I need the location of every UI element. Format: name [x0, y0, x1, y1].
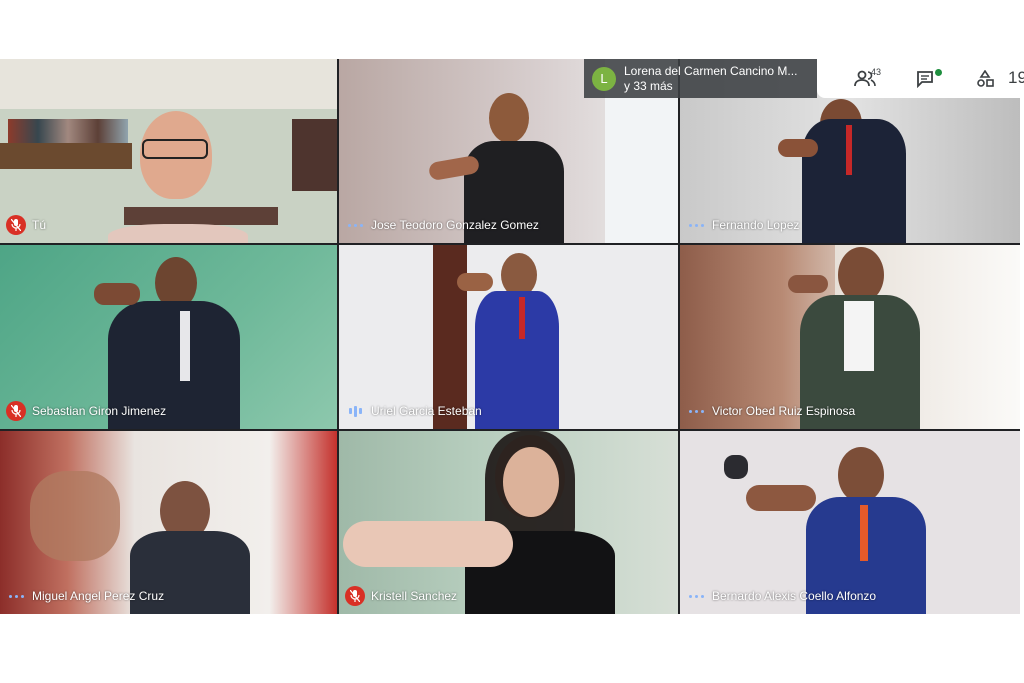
chat-icon — [917, 70, 933, 88]
participant-label: Tú — [0, 215, 46, 235]
video-tile[interactable]: Victor Obed Ruiz Espinosa — [680, 245, 1020, 429]
video-tile[interactable]: Miguel Angel Perez Cruz — [0, 431, 337, 614]
participant-name: Jose Teodoro Gonzalez Gomez — [371, 218, 539, 232]
chat-button[interactable] — [895, 59, 955, 98]
mic-off-icon — [6, 401, 26, 421]
more-options-icon — [686, 409, 706, 413]
presenter-chip[interactable]: L Lorena del Carmen Cancino M... y 33 má… — [584, 59, 817, 98]
participant-name: Miguel Angel Perez Cruz — [32, 589, 165, 603]
video-tile[interactable]: Sebastian Giron Jimenez — [0, 245, 337, 429]
mic-off-icon — [345, 586, 365, 606]
meeting-toolbar: 43 19 — [817, 59, 1024, 98]
clock-text: 19 — [1008, 68, 1024, 87]
more-options-icon — [6, 594, 26, 598]
participant-label: Fernando Lopez — [680, 215, 799, 235]
presenter-others: y 33 más — [624, 78, 673, 93]
participant-label: Miguel Angel Perez Cruz — [0, 586, 164, 606]
participant-name: Bernardo Alexis Coello Alfonzo — [712, 589, 877, 603]
participant-name: Tú — [32, 218, 47, 232]
activities-icon — [977, 69, 994, 87]
more-options-icon — [686, 223, 706, 227]
video-tile[interactable]: Uriel Garcia Esteban — [339, 245, 678, 429]
speaking-indicator-icon — [345, 405, 365, 417]
more-options-icon — [345, 223, 365, 227]
avatar: L — [592, 66, 616, 91]
participant-label: Bernardo Alexis Coello Alfonzo — [680, 586, 876, 606]
activities-button[interactable] — [955, 59, 1015, 98]
people-button[interactable]: 43 — [835, 59, 895, 98]
participant-name: Sebastian Giron Jimenez — [32, 404, 167, 418]
participant-name: Kristell Sanchez — [371, 589, 458, 603]
participant-label: Uriel Garcia Esteban — [339, 401, 482, 421]
video-tile[interactable]: Bernardo Alexis Coello Alfonzo — [680, 431, 1020, 614]
more-options-icon — [686, 594, 706, 598]
participant-label: Victor Obed Ruiz Espinosa — [680, 401, 855, 421]
video-tile-self[interactable]: Tú — [0, 59, 337, 243]
presenter-text: Lorena del Carmen Cancino M... y 33 más — [624, 64, 797, 94]
participant-name: Victor Obed Ruiz Espinosa — [712, 404, 856, 418]
participant-label: Jose Teodoro Gonzalez Gomez — [339, 215, 539, 235]
video-tile[interactable]: Kristell Sanchez — [339, 431, 678, 614]
mic-off-icon — [6, 215, 26, 235]
participant-name: Uriel Garcia Esteban — [371, 404, 482, 418]
participant-count: 43 — [871, 67, 882, 77]
participant-label: Kristell Sanchez — [339, 586, 457, 606]
presenter-name: Lorena del Carmen Cancino M... — [624, 63, 798, 78]
participant-label: Sebastian Giron Jimenez — [0, 401, 166, 421]
video-grid: Tú Jose Teodoro Gonzalez Gomez Fernando … — [0, 59, 1020, 614]
video-feed — [0, 59, 337, 243]
unread-dot — [934, 68, 943, 77]
participant-name: Fernando Lopez — [712, 218, 800, 232]
